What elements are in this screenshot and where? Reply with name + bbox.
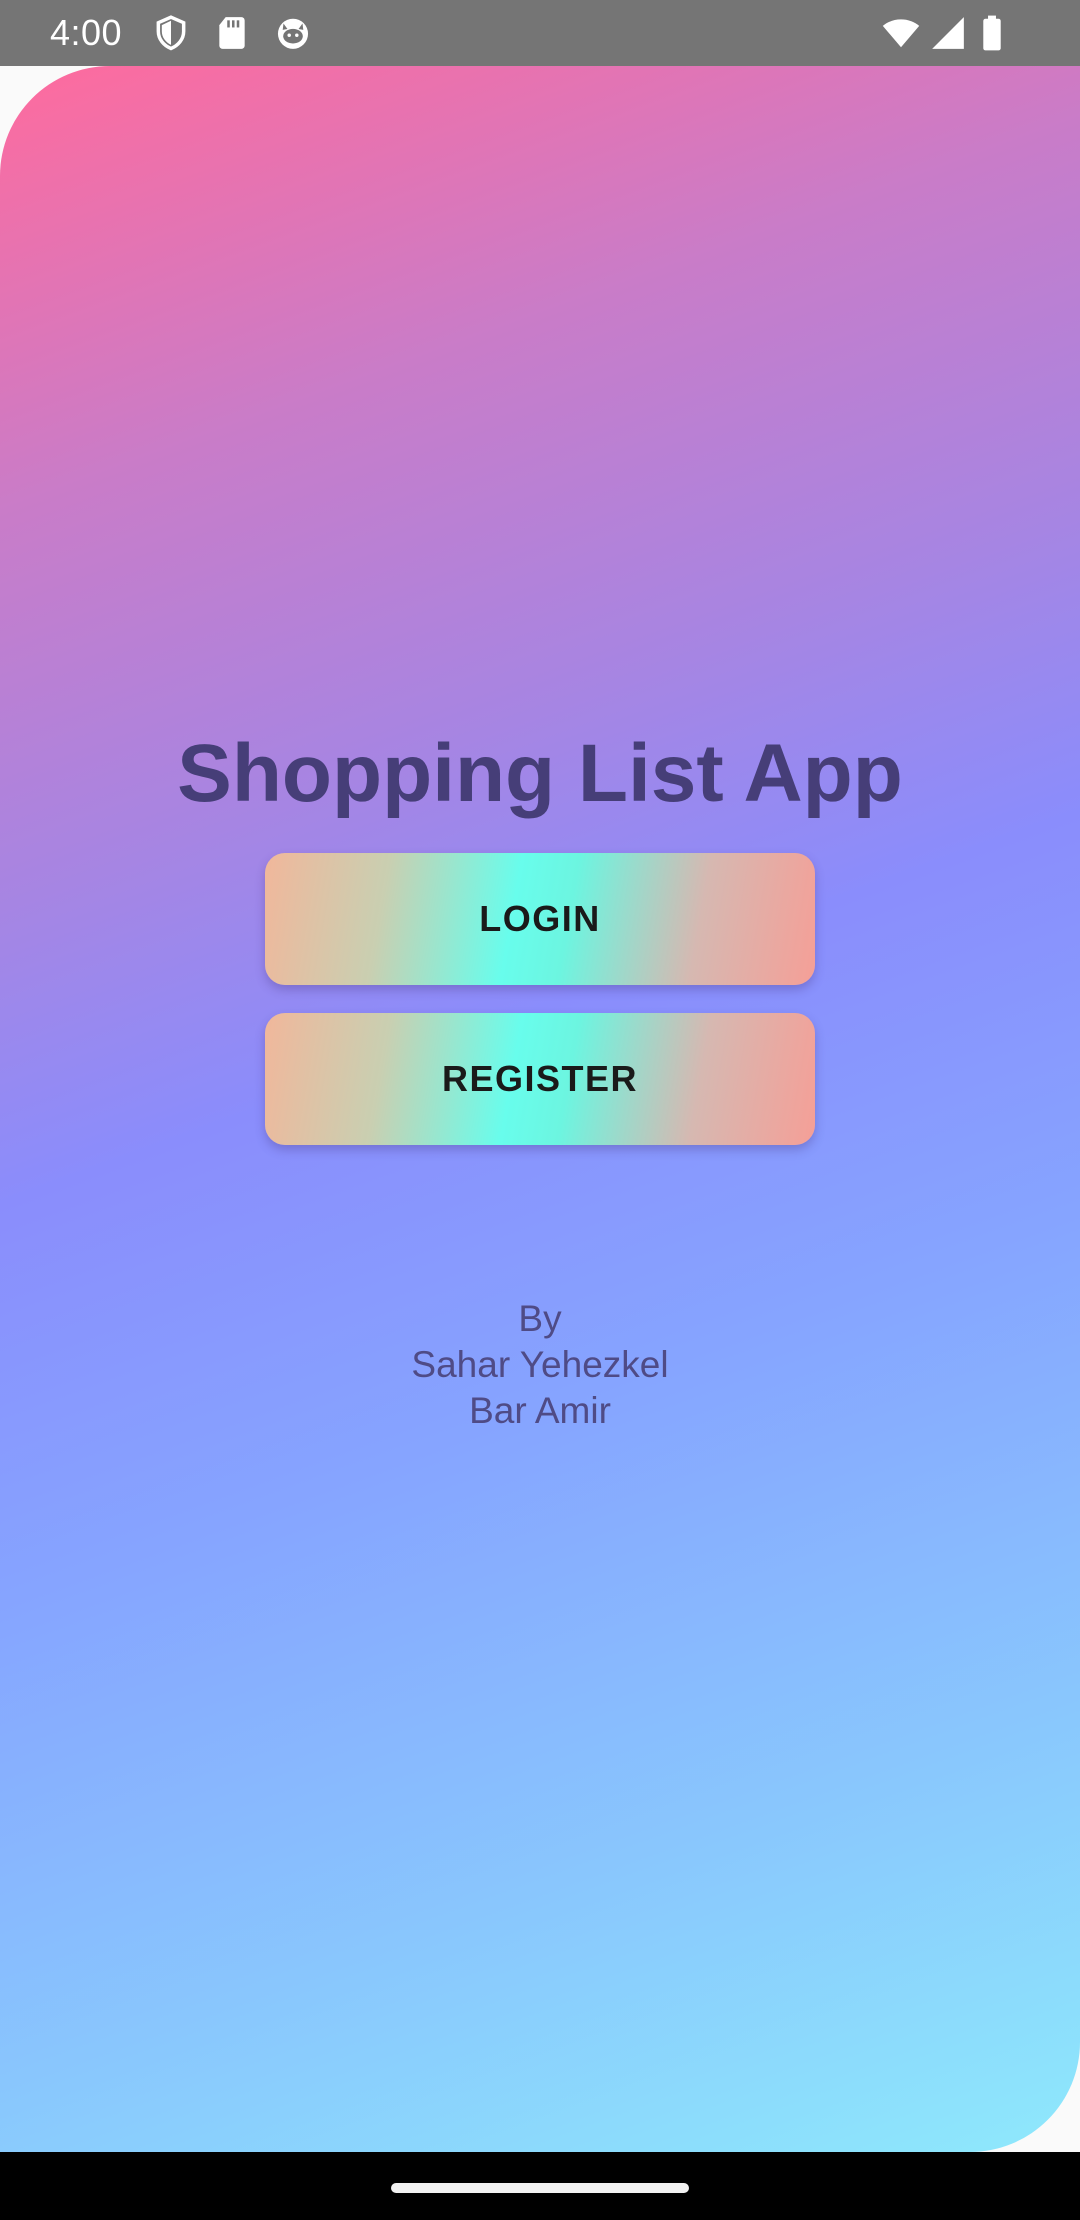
register-button[interactable]: REGISTER: [265, 1013, 815, 1145]
sd-card-icon: [213, 14, 251, 52]
battery-icon: [978, 14, 1006, 52]
app-title: Shopping List App: [177, 728, 903, 819]
credits-author-2: Bar Amir: [469, 1390, 611, 1431]
cat-face-icon: [274, 14, 312, 52]
credits-by-label: By: [518, 1298, 562, 1339]
cellular-signal-icon: [928, 14, 968, 52]
credits-author-1: Sahar Yehezkel: [411, 1344, 669, 1385]
shield-icon: [152, 14, 190, 52]
status-time: 4:00: [50, 12, 123, 53]
screen: 4:00 Shopping List App LOGIN REGISTER By…: [0, 0, 1080, 2220]
home-gesture-handle[interactable]: [391, 2183, 689, 2193]
login-button[interactable]: LOGIN: [265, 853, 815, 985]
status-bar: 4:00: [0, 0, 1080, 66]
wifi-icon: [880, 14, 922, 52]
credits: By Sahar Yehezkel Bar Amir: [0, 1296, 1080, 1434]
navigation-bar: [0, 2152, 1080, 2220]
